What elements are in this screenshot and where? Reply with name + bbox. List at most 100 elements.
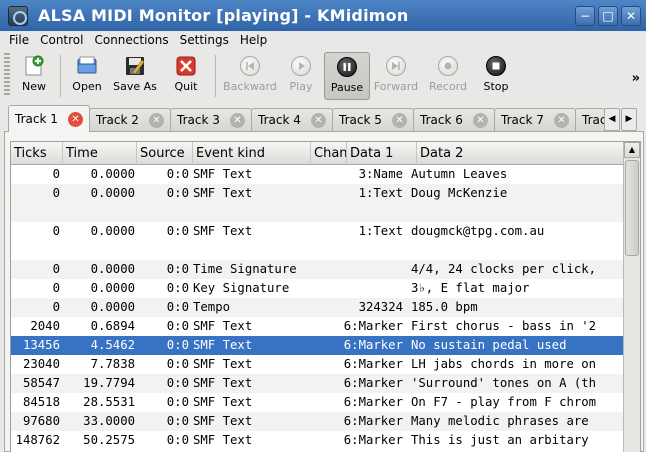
table-body: 0 0.0000 0:0 SMF Text 3:Name Autumn Leav… xyxy=(11,165,623,450)
pause-label: Pause xyxy=(330,81,364,94)
cell-source: 0:0 xyxy=(166,186,189,200)
save-as-icon xyxy=(123,55,147,77)
cell-source: 0:0 xyxy=(166,167,189,181)
menu-help[interactable]: Help xyxy=(235,33,272,47)
title-bar: ALSA MIDI Monitor [playing] - KMidimon −… xyxy=(0,0,646,31)
column-header-data2[interactable]: Data 2 xyxy=(417,142,623,165)
stop-button[interactable]: Stop xyxy=(474,52,518,100)
column-header-event-kind[interactable]: Event kind xyxy=(193,142,311,165)
events-table[interactable]: Ticks Time Source Event kind Chan Data 1… xyxy=(10,141,641,452)
column-header-data1[interactable]: Data 1 xyxy=(347,142,417,165)
column-header-chan[interactable]: Chan xyxy=(311,142,347,165)
table-row[interactable]: 58547 19.7794 0:0 SMF Text 6:Marker 'Sur… xyxy=(11,374,623,393)
kmidimon-app-icon[interactable] xyxy=(8,5,28,26)
tabs-scroll-left-icon[interactable]: ◀ xyxy=(604,108,620,131)
cell-ticks: 2040 xyxy=(30,319,60,333)
new-button[interactable]: New xyxy=(14,52,54,100)
pause-button[interactable]: Pause xyxy=(324,52,370,100)
quit-icon xyxy=(174,55,198,77)
table-row[interactable]: 97680 33.0000 0:0 SMF Text 6:Marker Many… xyxy=(11,412,623,431)
cell-ticks: 148762 xyxy=(15,433,60,447)
tab-track-4[interactable]: Track 4 ✕ xyxy=(251,108,333,131)
toolbar-overflow-chevron-icon[interactable]: » xyxy=(632,71,640,86)
table-row[interactable]: 0 0.0000 0:0 Tempo 324324 185.0 bpm xyxy=(11,298,623,317)
maximize-button[interactable]: □ xyxy=(598,6,618,26)
menu-settings[interactable]: Settings xyxy=(175,33,234,47)
tab-close-icon[interactable]: ✕ xyxy=(554,113,569,128)
record-button[interactable]: Record xyxy=(422,52,474,100)
menu-file[interactable]: File xyxy=(4,33,34,47)
column-header-ticks[interactable]: Ticks xyxy=(11,142,63,165)
skip-backward-icon xyxy=(238,55,262,77)
backward-button[interactable]: Backward xyxy=(222,52,278,100)
close-window-button[interactable]: ✕ xyxy=(621,6,641,26)
tab-track-2[interactable]: Track 2 ✕ xyxy=(89,108,171,131)
scroll-up-arrow-icon[interactable]: ▲ xyxy=(624,142,640,158)
table-row[interactable]: 0 0.0000 0:0 SMF Text 1:Text Doug McKenz… xyxy=(11,184,623,222)
table-row-selected[interactable]: 13456 4.5462 0:0 SMF Text 6:Marker No su… xyxy=(11,336,623,355)
tab-track-8[interactable]: Track 8 xyxy=(575,108,605,131)
cell-data2: Autumn Leaves xyxy=(411,167,508,181)
minimize-button[interactable]: − xyxy=(575,6,595,26)
tab-close-icon[interactable]: ✕ xyxy=(473,113,488,128)
menu-bar: File Control Connections Settings Help xyxy=(0,31,646,48)
track-tab-bar: Track 1 ✕ Track 2 ✕ Track 3 ✕ Track 4 ✕ … xyxy=(8,105,638,132)
table-row[interactable]: 0 0.0000 0:0 SMF Text 1:Text dougmck@tpg… xyxy=(11,222,623,260)
scrollbar-thumb[interactable] xyxy=(625,160,639,256)
vertical-scrollbar[interactable]: ▲ xyxy=(623,142,640,452)
cell-data2: No sustain pedal used xyxy=(411,338,567,352)
menu-connections[interactable]: Connections xyxy=(89,33,173,47)
table-row[interactable]: 0 0.0000 0:0 Time Signature 4/4, 24 cloc… xyxy=(11,260,623,279)
new-label: New xyxy=(22,80,46,93)
tab-track-6[interactable]: Track 6 ✕ xyxy=(413,108,495,131)
save-as-button[interactable]: Save As xyxy=(107,52,163,100)
tab-track-3[interactable]: Track 3 ✕ xyxy=(170,108,252,131)
quit-button[interactable]: Quit xyxy=(163,52,209,100)
cell-event-kind: SMF Text xyxy=(193,376,253,390)
cell-source: 0:0 xyxy=(166,262,189,276)
cell-time: 28.5531 xyxy=(83,395,135,409)
cell-time: 0.0000 xyxy=(90,167,135,181)
table-row[interactable]: 148762 50.2575 0:0 SMF Text 6:Marker Thi… xyxy=(11,431,623,450)
cell-time: 19.7794 xyxy=(83,376,135,390)
cell-data2: LH jabs chords in more on xyxy=(411,357,597,371)
table-row[interactable]: 23040 7.7838 0:0 SMF Text 6:Marker LH ja… xyxy=(11,355,623,374)
play-button[interactable]: Play xyxy=(278,52,324,100)
cell-event-kind: SMF Text xyxy=(193,319,253,333)
cell-time: 33.0000 xyxy=(83,414,135,428)
table-row[interactable]: 84518 28.5531 0:0 SMF Text 6:Marker On F… xyxy=(11,393,623,412)
column-header-source[interactable]: Source xyxy=(137,142,193,165)
cell-time: 0.0000 xyxy=(90,186,135,200)
tab-track-7[interactable]: Track 7 ✕ xyxy=(494,108,576,131)
toolbar-grip-handle[interactable] xyxy=(4,53,10,97)
tabs-scroll-right-icon[interactable]: ▶ xyxy=(621,108,637,131)
tab-label: Track 6 xyxy=(420,113,463,127)
tab-close-icon[interactable]: ✕ xyxy=(230,113,245,128)
cell-event-kind: Tempo xyxy=(193,300,231,314)
table-row[interactable]: 0 0.0000 0:0 SMF Text 3:Name Autumn Leav… xyxy=(11,165,623,184)
cell-source: 0:0 xyxy=(166,300,189,314)
cell-ticks: 0 xyxy=(52,186,60,200)
tab-label: Track 4 xyxy=(258,113,301,127)
cell-ticks: 97680 xyxy=(22,414,60,428)
open-button[interactable]: Open xyxy=(67,52,107,100)
table-row[interactable]: 0 0.0000 0:0 Key Signature 3♭, E flat ma… xyxy=(11,279,623,298)
menu-control[interactable]: Control xyxy=(35,33,88,47)
cell-source: 0:0 xyxy=(166,357,189,371)
forward-button[interactable]: Forward xyxy=(370,52,422,100)
tab-close-icon[interactable]: ✕ xyxy=(311,113,326,128)
quit-label: Quit xyxy=(174,80,198,93)
cell-source: 0:0 xyxy=(166,281,189,295)
tab-close-icon[interactable]: ✕ xyxy=(392,113,407,128)
column-header-time[interactable]: Time xyxy=(63,142,137,165)
tab-track-5[interactable]: Track 5 ✕ xyxy=(332,108,414,131)
cell-data1: 6:Marker xyxy=(343,414,403,428)
cell-event-kind: SMF Text xyxy=(193,224,253,238)
save-as-label: Save As xyxy=(113,80,157,93)
tab-track-1[interactable]: Track 1 ✕ xyxy=(8,105,90,132)
open-folder-icon xyxy=(75,55,99,77)
tab-close-icon[interactable]: ✕ xyxy=(149,113,164,128)
tab-close-icon[interactable]: ✕ xyxy=(68,112,83,127)
cell-event-kind: SMF Text xyxy=(193,186,253,200)
table-row[interactable]: 2040 0.6894 0:0 SMF Text 6:Marker First … xyxy=(11,317,623,336)
